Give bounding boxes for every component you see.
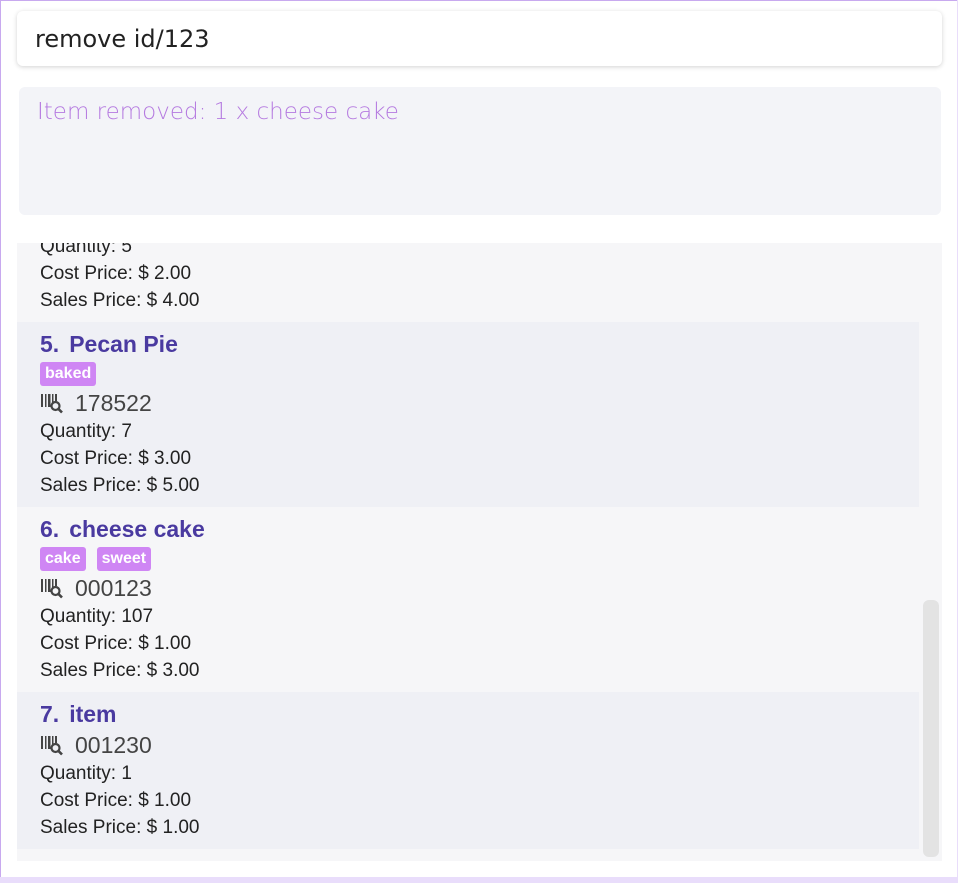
barcode-value: 178522: [75, 389, 152, 416]
item-quantity: Quantity: 107: [40, 606, 154, 627]
item-sales-price: Sales Price: $ 5.00: [40, 475, 200, 496]
list-item[interactable]: 6. cheese cake cake sweet 000123 Quantit…: [17, 507, 919, 692]
list-item-partial[interactable]: Quantity: 5 Cost Price: $ 2.00 Sales Pri…: [17, 243, 919, 322]
item-barcode: 000123: [40, 573, 896, 603]
item-barcode: 001230: [40, 730, 896, 760]
barcode-search-icon: [40, 577, 64, 599]
item-index: 5.: [40, 331, 60, 357]
item-index: 7.: [40, 701, 60, 727]
list-item[interactable]: 5. Pecan Pie baked 178522 Quantity: 7 Co…: [17, 322, 919, 507]
app-window: Item removed: 1 x cheese cake Quantity: …: [0, 0, 957, 878]
command-input[interactable]: [35, 11, 924, 66]
item-cost-price: Cost Price: $ 2.00: [40, 263, 192, 284]
item-quantity: Quantity: 7: [40, 421, 132, 442]
barcode-search-icon: [40, 392, 64, 414]
barcode-value: 001230: [75, 731, 152, 758]
item-barcode: 178522: [40, 388, 896, 418]
list-item[interactable]: 7. item 001230 Quantity: 1 Cost Price: $…: [17, 692, 919, 849]
item-name: cheese cake: [69, 516, 205, 542]
item-cost-price: Cost Price: $ 1.00: [40, 633, 192, 654]
result-display: Item removed: 1 x cheese cake: [19, 87, 941, 215]
item-quantity: Quantity: 1: [40, 763, 132, 784]
item-index: 6.: [40, 516, 60, 542]
item-list-panel[interactable]: Quantity: 5 Cost Price: $ 2.00 Sales Pri…: [17, 243, 942, 861]
command-box[interactable]: [17, 11, 942, 66]
item-sales-price: Sales Price: $ 1.00: [40, 817, 200, 838]
item-cost-price: Cost Price: $ 1.00: [40, 790, 192, 811]
item-cost-price: Cost Price: $ 3.00: [40, 448, 192, 469]
item-title: 7. item: [40, 698, 896, 730]
scrollbar-thumb[interactable]: [923, 600, 939, 857]
item-sales-price: Sales Price: $ 3.00: [40, 660, 200, 681]
barcode-value: 000123: [75, 574, 152, 601]
item-quantity: Quantity: 5: [40, 243, 132, 257]
item-tags: cake sweet: [40, 545, 896, 573]
tag-badge: cake: [40, 547, 86, 571]
item-tags: baked: [40, 360, 896, 388]
tag-badge: sweet: [96, 547, 152, 571]
item-name: Pecan Pie: [69, 331, 178, 357]
result-message: Item removed: 1 x cheese cake: [37, 99, 399, 125]
item-title: 6. cheese cake: [40, 513, 896, 545]
tag-badge: baked: [40, 362, 97, 386]
item-title: 5. Pecan Pie: [40, 328, 896, 360]
barcode-search-icon: [40, 734, 64, 756]
item-list: Quantity: 5 Cost Price: $ 2.00 Sales Pri…: [17, 243, 919, 849]
window-bottom-border: [0, 877, 958, 883]
item-sales-price: Sales Price: $ 4.00: [40, 290, 200, 311]
item-name: item: [69, 701, 117, 727]
